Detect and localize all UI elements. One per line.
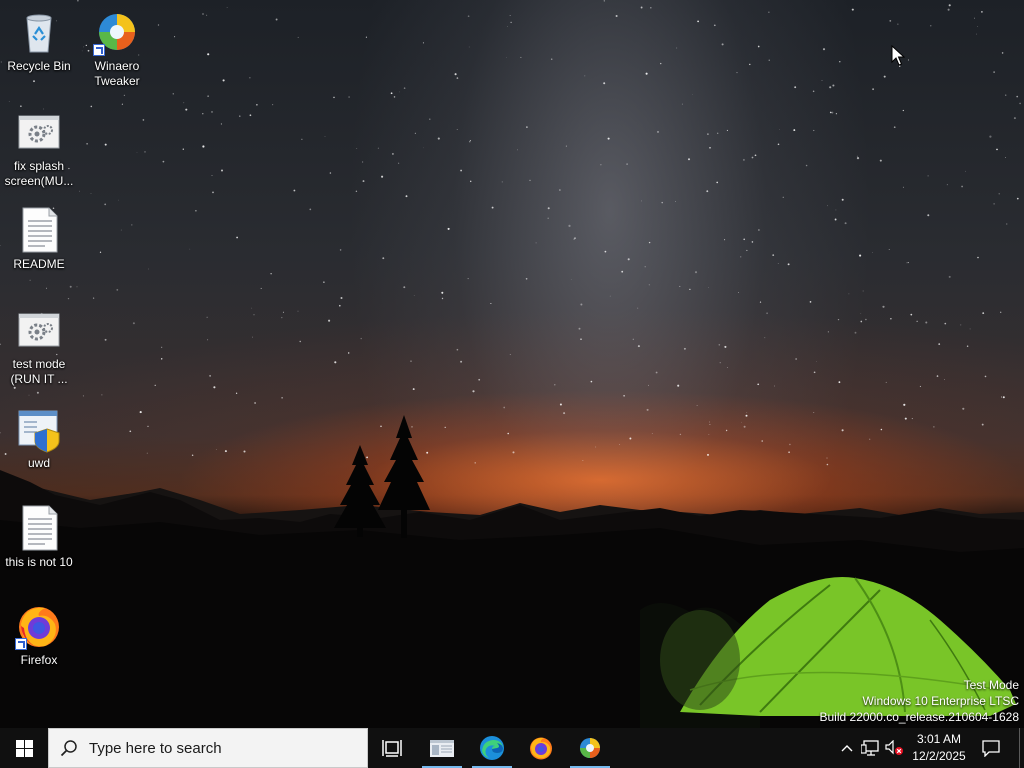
desktop-icon-label: README [13, 257, 65, 271]
desktop-icon-label: Winaero Tweaker [94, 59, 140, 88]
windows-logo-icon [15, 739, 33, 757]
desktop-icon-firefox[interactable]: Firefox [0, 602, 78, 668]
desktop-icon-label: this is not 10 [5, 555, 73, 569]
shortcut-arrow-icon [93, 44, 105, 56]
desktop-wallpaper[interactable] [0, 0, 1024, 728]
watermark-line: Test Mode [963, 678, 1019, 692]
desktop-icon-label: Recycle Bin [7, 59, 71, 73]
volume-muted-icon [885, 740, 903, 755]
show-desktop-button[interactable] [1019, 728, 1024, 768]
watermark-line: Build 22000.co_release.210604-1628 [819, 710, 1020, 724]
winaero-tweaker-icon [93, 8, 141, 56]
file-explorer-icon [430, 740, 454, 757]
start-button[interactable] [0, 728, 48, 768]
desktop-icon-label: fix splash screen(MU... [4, 159, 74, 188]
clock-date: 12/2/2025 [912, 749, 966, 763]
task-view-button[interactable] [368, 728, 416, 768]
watermark-line: Windows 10 Enterprise LTSC [862, 694, 1019, 708]
settings-file-icon [15, 108, 63, 156]
desktop-icon-winaero-tweaker[interactable]: Winaero Tweaker [78, 8, 156, 89]
desktop-icon-uwd[interactable]: uwd [0, 405, 78, 471]
firefox-icon [530, 737, 552, 760]
taskbar-edge[interactable] [468, 728, 516, 768]
taskbar-search-box[interactable]: Type here to search [48, 728, 368, 768]
desktop-icon-label: test mode (RUN IT ... [10, 357, 68, 386]
desktop-icon-fix-splash-screen[interactable]: fix splash screen(MU... [0, 108, 78, 189]
taskbar-firefox[interactable] [517, 728, 565, 768]
desktop-icon-label: Firefox [20, 653, 58, 667]
winaero-tweaker-icon [580, 738, 600, 758]
landscape-silhouette [0, 415, 1024, 728]
text-document-icon [15, 504, 63, 552]
test-mode-watermark: Test Mode Windows 10 Enterprise LTSC Bui… [820, 677, 1020, 725]
task-view-icon [382, 740, 402, 757]
taskbar-file-explorer[interactable] [418, 728, 466, 768]
edge-icon [480, 736, 504, 760]
desktop-icon-test-mode[interactable]: test mode (RUN IT ... [0, 306, 78, 387]
settings-file-icon [15, 306, 63, 354]
clock-time: 3:01 AM [916, 732, 962, 746]
network-status-button[interactable] [858, 728, 882, 768]
search-icon [49, 739, 89, 757]
network-icon [861, 740, 879, 756]
notification-icon [982, 739, 1000, 757]
action-center-button[interactable] [976, 728, 1006, 768]
desktop-icon-this-is-not-10[interactable]: this is not 10 [0, 504, 78, 570]
taskbar-winaero-tweaker[interactable] [566, 728, 614, 768]
chevron-up-icon [841, 745, 853, 752]
desktop-icon-recycle-bin[interactable]: Recycle Bin [0, 8, 78, 74]
search-placeholder: Type here to search [89, 739, 222, 757]
show-hidden-icons-button[interactable] [836, 728, 858, 768]
uwd-app-icon [15, 405, 63, 453]
taskbar: Type here to search 3:01 AM 12/2/2025 [0, 728, 1024, 768]
desktop-icon-readme[interactable]: README [0, 206, 78, 272]
mouse-cursor-icon [891, 45, 905, 66]
shortcut-arrow-icon [15, 638, 27, 650]
firefox-icon [15, 602, 63, 650]
desktop-icon-label: uwd [27, 456, 50, 470]
text-document-icon [15, 206, 63, 254]
taskbar-clock[interactable]: 3:01 AM 12/2/2025 [902, 728, 976, 768]
recycle-bin-icon [15, 8, 63, 56]
